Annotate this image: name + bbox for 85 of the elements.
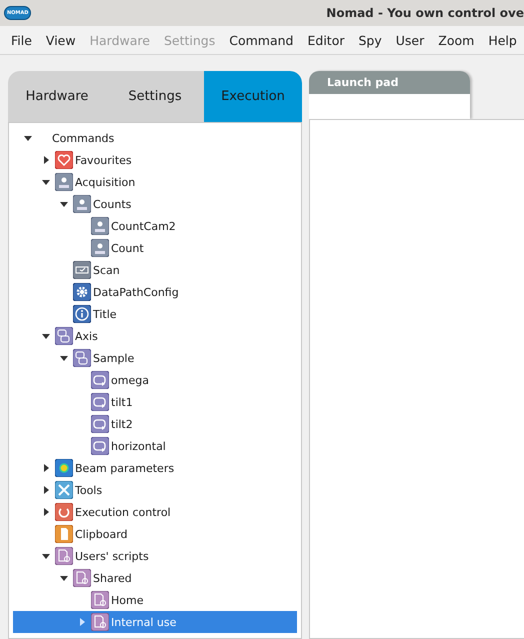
tree-label: Beam parameters xyxy=(75,462,174,474)
tree-label: Counts xyxy=(93,198,132,210)
tree-label: Users' scripts xyxy=(75,550,149,562)
expand-arrow-icon[interactable] xyxy=(41,463,51,473)
tab[interactable]: Execution xyxy=(204,71,302,122)
script-icon xyxy=(91,591,109,609)
tree-row[interactable]: Beam parameters xyxy=(13,457,297,479)
window-title: Nomad - You own control ove xyxy=(326,6,524,20)
tree-label: Favourites xyxy=(75,154,132,166)
record-icon xyxy=(91,239,109,257)
tree-row[interactable]: Counts xyxy=(13,193,297,215)
script-icon xyxy=(91,613,109,631)
menu-item[interactable]: Editor xyxy=(300,32,352,48)
tree-label: Scan xyxy=(93,264,120,276)
tree-row[interactable]: Shared xyxy=(13,567,297,589)
refresh-icon xyxy=(55,503,73,521)
tree-row[interactable]: Acquisition xyxy=(13,171,297,193)
tree-row[interactable]: Count xyxy=(13,237,297,259)
tree-row[interactable]: DataPathConfig xyxy=(13,281,297,303)
tab[interactable]: Hardware xyxy=(8,71,106,122)
menu-item[interactable]: File xyxy=(4,32,39,48)
tree-label: DataPathConfig xyxy=(93,286,179,298)
menu-item[interactable]: Help xyxy=(481,32,524,48)
beam-icon xyxy=(55,459,73,477)
expand-arrow-icon[interactable] xyxy=(41,485,51,495)
tree-row[interactable]: Commands xyxy=(13,127,297,149)
collapse-arrow-icon[interactable] xyxy=(59,353,69,363)
tree-label: Tools xyxy=(75,484,102,496)
tree-label: Axis xyxy=(75,330,98,342)
expand-arrow-icon[interactable] xyxy=(41,155,51,165)
menu-item[interactable]: Spy xyxy=(351,32,389,48)
expand-arrow-icon[interactable] xyxy=(41,507,51,517)
tree-label: Acquisition xyxy=(75,176,136,188)
tree-row[interactable]: Users' scripts xyxy=(13,545,297,567)
tree-row[interactable]: Execution control xyxy=(13,501,297,523)
tree-label: Clipboard xyxy=(75,528,128,540)
tree-label: Sample xyxy=(93,352,134,364)
tree-row[interactable]: CountCam2 xyxy=(13,215,297,237)
tree-label: tilt1 xyxy=(111,396,133,408)
tree-label: CountCam2 xyxy=(111,220,176,232)
tree-label: Count xyxy=(111,242,144,254)
tools-icon xyxy=(55,481,73,499)
tree-label: Commands xyxy=(52,132,114,144)
info-icon xyxy=(73,305,91,323)
tree-row[interactable]: omega xyxy=(13,369,297,391)
tree-label: Shared xyxy=(93,572,132,584)
script-icon xyxy=(55,547,73,565)
tree-label: Internal use xyxy=(111,616,176,628)
tree-row[interactable]: Home xyxy=(13,589,297,611)
tree-row[interactable]: Axis xyxy=(13,325,297,347)
scan-icon xyxy=(73,261,91,279)
menu-item[interactable]: Zoom xyxy=(431,32,482,48)
gear-icon xyxy=(73,283,91,301)
collapse-arrow-icon[interactable] xyxy=(59,573,69,583)
collapse-arrow-icon[interactable] xyxy=(41,177,51,187)
record-icon xyxy=(73,195,91,213)
tree-row[interactable]: Tools xyxy=(13,479,297,501)
tree-label: tilt2 xyxy=(111,418,133,430)
collapse-arrow-icon[interactable] xyxy=(41,331,51,341)
menu-item[interactable]: Command xyxy=(222,32,300,48)
tree-row[interactable]: horizontal xyxy=(13,435,297,457)
tab[interactable]: Settings xyxy=(106,71,204,122)
tree-label: Title xyxy=(93,308,117,320)
tree-label: Execution control xyxy=(75,506,171,518)
menu-item[interactable]: User xyxy=(388,32,432,48)
selected-tree-row[interactable]: Internal use xyxy=(13,611,297,633)
tree-row[interactable]: Clipboard xyxy=(13,523,297,545)
tree-label: omega xyxy=(111,374,149,386)
collapse-arrow-icon[interactable] xyxy=(41,551,51,561)
tree-row[interactable]: Sample xyxy=(13,347,297,369)
record-icon xyxy=(91,217,109,235)
collapse-arrow-icon[interactable] xyxy=(23,133,33,143)
tree-row[interactable]: tilt2 xyxy=(13,413,297,435)
document-icon xyxy=(55,525,73,543)
collapse-arrow-icon[interactable] xyxy=(59,199,69,209)
tree-row[interactable]: Scan xyxy=(13,259,297,281)
script-icon xyxy=(73,569,91,587)
heart-icon xyxy=(55,151,73,169)
tree-row[interactable]: Favourites xyxy=(13,149,297,171)
menu-item[interactable]: View xyxy=(38,32,83,48)
tree-row[interactable]: tilt1 xyxy=(13,391,297,413)
tree-label: Home xyxy=(111,594,144,606)
tree-row[interactable]: Title xyxy=(13,303,297,325)
tree-label: horizontal xyxy=(111,440,166,452)
record-icon xyxy=(55,173,73,191)
